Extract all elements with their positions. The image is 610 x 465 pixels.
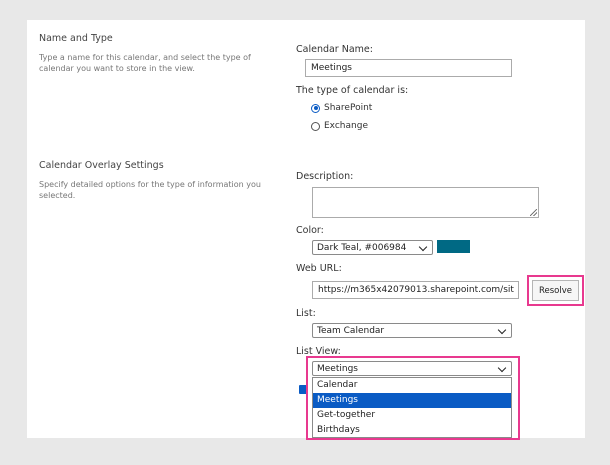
overlay-settings-title: Calendar Overlay Settings [39,160,164,171]
radio-exchange-label: Exchange [324,121,368,131]
calendar-type-label: The type of calendar is: [296,85,409,96]
name-and-type-title: Name and Type [39,33,113,44]
list-select-value: Team Calendar [317,326,385,336]
list-view-select[interactable]: Meetings [312,361,512,376]
resolve-button[interactable]: Resolve [532,280,579,301]
calendar-name-label: Calendar Name: [296,44,373,55]
web-url-label: Web URL: [296,263,342,274]
radio-exchange-indicator[interactable] [311,121,320,131]
list-view-option-birthdays[interactable]: Birthdays [313,423,511,438]
color-select-value: Dark Teal, #006984 [317,243,407,253]
description-label: Description: [296,171,354,182]
description-textarea[interactable] [312,187,539,218]
list-view-select-value: Meetings [317,364,358,374]
list-label: List: [296,308,316,319]
color-swatch [437,240,470,253]
radio-sharepoint-indicator[interactable] [311,103,320,113]
resize-grip-icon[interactable] [530,209,537,216]
list-select[interactable]: Team Calendar [312,323,512,338]
radio-sharepoint-label: SharePoint [324,103,373,113]
list-view-option-get-together[interactable]: Get-together [313,408,511,423]
list-view-dropdown: Calendar Meetings Get-together Birthdays [312,377,512,438]
chevron-down-icon [418,242,428,252]
calendar-name-input[interactable]: Meetings [305,59,512,77]
color-select[interactable]: Dark Teal, #006984 [312,240,433,255]
radio-sharepoint[interactable]: SharePoint [311,103,372,113]
chevron-down-icon [497,363,507,373]
list-view-option-meetings[interactable]: Meetings [313,393,511,408]
radio-exchange[interactable]: Exchange [311,121,368,131]
color-label: Color: [296,225,324,236]
chevron-down-icon [497,325,507,335]
name-and-type-description: Type a name for this calendar, and selec… [39,53,251,73]
overlay-settings-description: Specify detailed options for the type of… [39,180,261,200]
web-url-input[interactable]: https://m365x42079013.sharepoint.com/sit [312,281,519,299]
list-view-option-calendar[interactable]: Calendar [313,378,511,393]
